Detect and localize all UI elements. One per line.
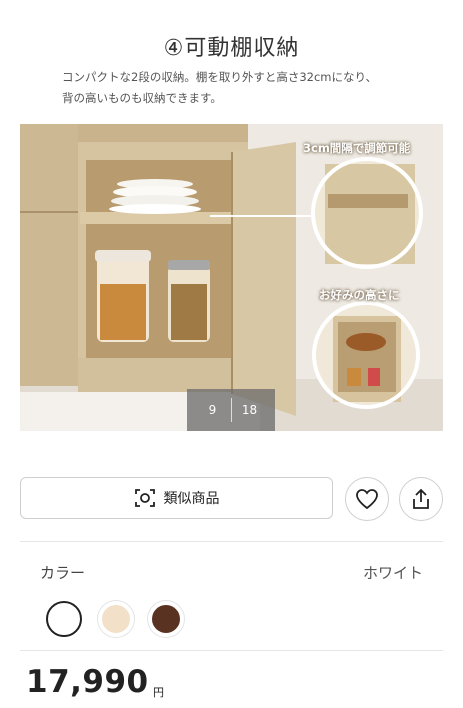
share-icon: [413, 488, 429, 509]
color-swatch-white[interactable]: [46, 601, 82, 637]
similar-products-button[interactable]: 類似商品: [20, 477, 333, 519]
price-unit: 円: [153, 686, 164, 699]
favorite-button[interactable]: [345, 477, 389, 521]
product-image[interactable]: 3cm間隔で調節可能 お好みの高さに: [20, 124, 443, 431]
description-line-1: コンパクトな2段の収納。棚を取り外すと高さ32cmになり、: [62, 70, 378, 84]
camera-search-icon: [134, 489, 155, 507]
section-description: コンパクトな2段の収納。棚を取り外すと高さ32cmになり、 背の高いものも収納で…: [62, 67, 442, 109]
image-counter-current: 9: [208, 403, 217, 417]
image-counter: 9 18: [187, 389, 275, 431]
cabinet-illustration: [20, 124, 443, 431]
color-selected-value: ホワイト: [362, 564, 423, 582]
share-button[interactable]: [399, 477, 443, 521]
section-heading: ④可動棚収納: [163, 36, 300, 61]
color-swatch-natural[interactable]: [98, 601, 134, 637]
color-label: カラー: [40, 564, 86, 582]
image-counter-total: 18: [241, 403, 258, 417]
heart-icon: [356, 489, 378, 510]
similar-products-label: 類似商品: [163, 491, 220, 507]
description-line-2: 背の高いものも収納できます。: [62, 91, 222, 105]
divider: [20, 650, 443, 651]
callout-top-label: 3cm間隔で調節可能: [303, 141, 411, 155]
callout-bottom-label: お好みの高さに: [319, 288, 400, 302]
color-swatch-brown[interactable]: [148, 601, 184, 637]
price-value: 17,990: [26, 664, 149, 700]
divider: [20, 541, 443, 542]
